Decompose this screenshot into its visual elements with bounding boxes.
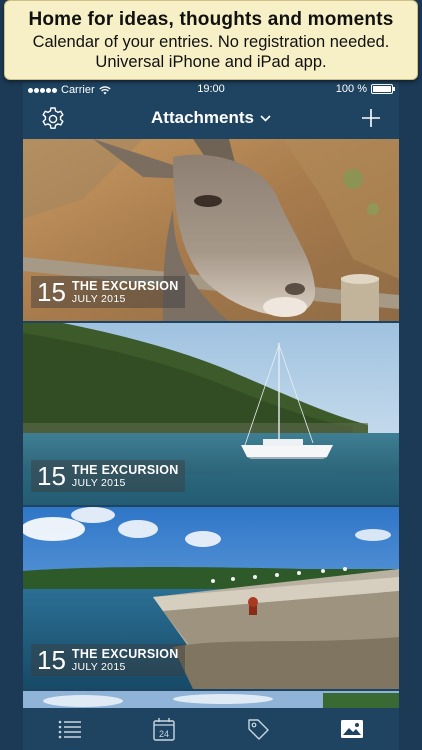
calendar-icon-day: 24 xyxy=(159,729,169,739)
battery-icon xyxy=(371,84,395,94)
entry-day: 15 xyxy=(37,645,66,675)
battery-percent: 100 % xyxy=(335,83,367,95)
entry-title: THE EXCURSION xyxy=(71,647,179,661)
status-bar: Carrier 19:00 100 % xyxy=(23,82,399,98)
plus-icon[interactable] xyxy=(360,107,382,129)
page-title-label: Attachments xyxy=(151,108,254,127)
entry-month: JULY 2015 xyxy=(71,661,126,673)
chevron-down-icon xyxy=(260,115,271,122)
entry-card[interactable]: 15 THE EXCURSION JULY 2015 xyxy=(23,323,399,505)
tab-calendar[interactable]: 24 xyxy=(144,712,184,746)
entry-caption: 15 THE EXCURSION JULY 2015 xyxy=(31,644,185,676)
tag-icon xyxy=(248,719,269,740)
tab-attachments[interactable] xyxy=(332,712,372,746)
entry-month: JULY 2015 xyxy=(71,293,126,305)
list-icon xyxy=(58,720,81,739)
tab-list[interactable] xyxy=(50,712,90,746)
promo-subline-1: Calendar of your entries. No registratio… xyxy=(32,33,390,51)
entry-month: JULY 2015 xyxy=(71,477,126,489)
page-title[interactable]: Attachments xyxy=(23,108,399,128)
navigation-bar: Attachments xyxy=(23,98,399,139)
tab-tags[interactable] xyxy=(238,712,278,746)
entry-title: THE EXCURSION xyxy=(71,279,179,293)
entry-caption: 15 THE EXCURSION JULY 2015 xyxy=(31,460,185,492)
calendar-icon: 24 xyxy=(153,718,175,741)
battery-group: 100 % xyxy=(335,83,395,95)
entry-title: THE EXCURSION xyxy=(71,463,179,477)
entry-card[interactable]: 15 THE EXCURSION JULY 2015 xyxy=(23,507,399,689)
promo-headline: Home for ideas, thoughts and moments xyxy=(28,9,394,30)
tab-bar: 24 xyxy=(23,708,399,750)
entry-card[interactable]: 15 THE EXCURSION JULY 2015 xyxy=(23,139,399,321)
promo-banner: Home for ideas, thoughts and moments Cal… xyxy=(4,0,418,80)
phone-screen: Carrier 19:00 100 % Attachments 15 THE E… xyxy=(23,82,399,750)
entry-day: 15 xyxy=(37,277,66,307)
promo-subline-2: Universal iPhone and iPad app. xyxy=(95,53,327,71)
entries-list: 15 THE EXCURSION JULY 2015 15 THE EXCURS… xyxy=(23,139,399,711)
entry-caption: 15 THE EXCURSION JULY 2015 xyxy=(31,276,185,308)
image-icon xyxy=(341,720,363,738)
entry-day: 15 xyxy=(37,461,66,491)
